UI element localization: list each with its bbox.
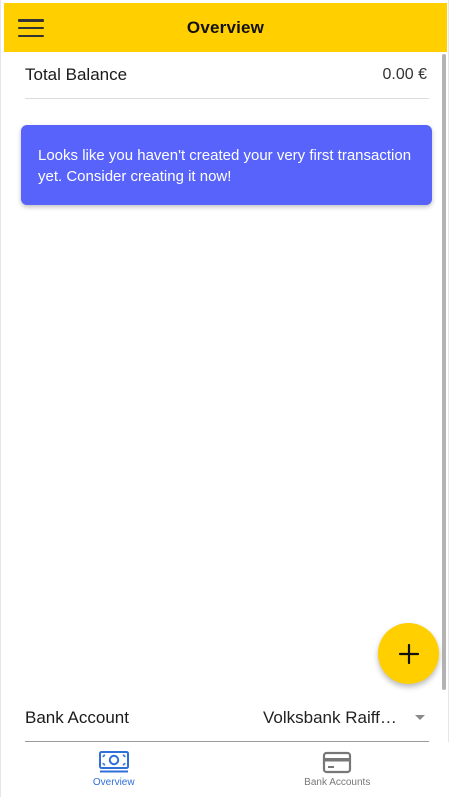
total-balance-row: Total Balance 0.00 € <box>25 52 429 99</box>
banknote-icon <box>98 751 129 773</box>
bottom-navigation: Overview Bank Accounts <box>2 742 449 797</box>
bank-account-selected: Volksbank Raiffeisenbank <box>263 707 405 727</box>
add-transaction-button[interactable] <box>378 623 439 684</box>
chevron-down-icon <box>415 715 425 720</box>
nav-item-bank-accounts[interactable]: Bank Accounts <box>226 742 450 797</box>
hamburger-menu-icon[interactable] <box>17 17 45 39</box>
bank-account-select[interactable]: Volksbank Raiffeisenbank <box>263 708 429 728</box>
nav-label-overview: Overview <box>92 777 135 788</box>
bank-account-label: Bank Account <box>25 707 129 727</box>
bank-account-row: Bank Account Volksbank Raiffeisenbank <box>25 694 429 742</box>
nav-item-overview[interactable]: Overview <box>2 742 226 797</box>
nav-label-bank-accounts: Bank Accounts <box>304 777 371 788</box>
page-title: Overview <box>186 17 265 37</box>
total-balance-label: Total Balance <box>25 65 128 84</box>
credit-card-icon <box>323 751 352 774</box>
total-balance-value: 0.00 € <box>382 66 427 83</box>
app-container: Overview Total Balance 0.00 € Looks like… <box>0 0 449 797</box>
app-bar: Overview <box>4 3 447 52</box>
empty-transactions-notice: Looks like you haven't created your very… <box>21 125 432 205</box>
scrollbar[interactable] <box>442 54 446 690</box>
notice-text: Looks like you haven't created your very… <box>38 147 412 185</box>
plus-icon <box>398 643 419 664</box>
